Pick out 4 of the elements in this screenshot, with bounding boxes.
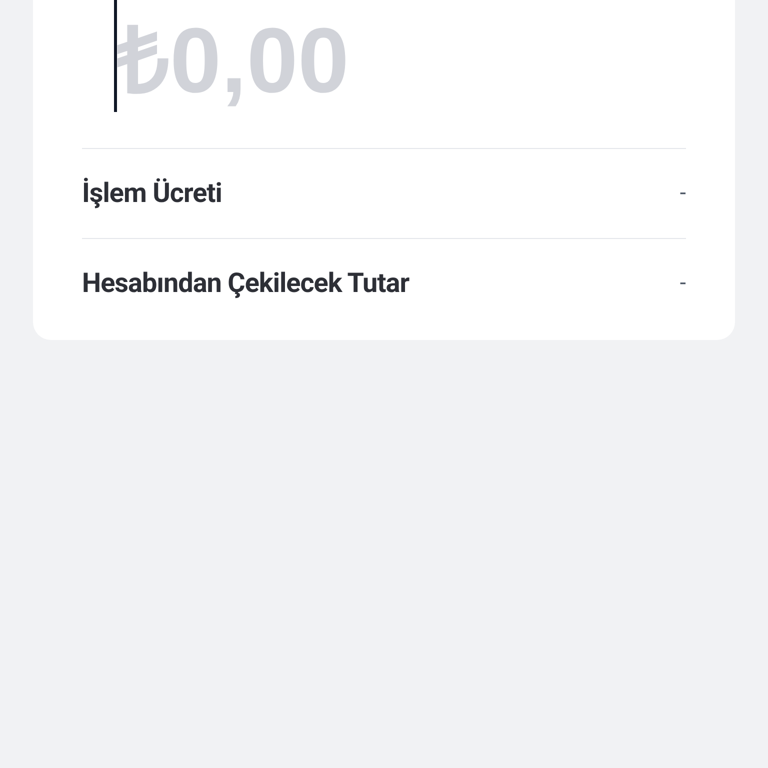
row-label: Hesabından Çekilecek Tutar <box>82 266 410 302</box>
row-label: İşlem Ücreti <box>82 176 222 212</box>
row-value: - <box>680 270 686 298</box>
row-value: - <box>680 180 686 208</box>
